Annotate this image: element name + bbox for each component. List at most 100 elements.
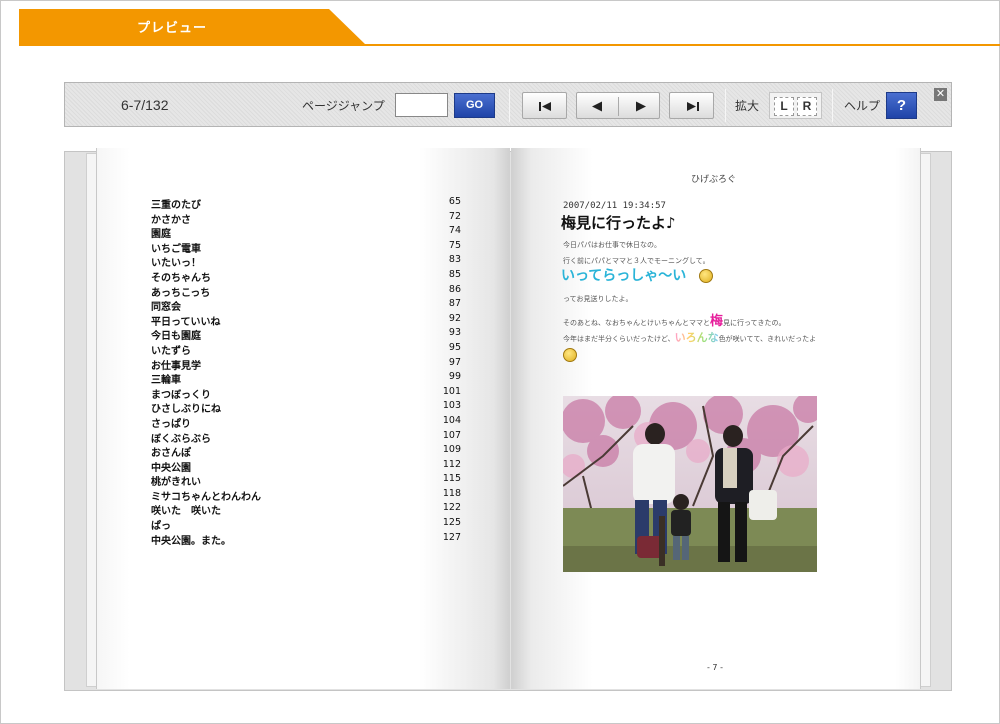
help-label: ヘルプ xyxy=(844,99,881,113)
toc-row[interactable]: いたいっ！ 83 xyxy=(151,254,461,269)
toc-title: ぼくぶらぶら xyxy=(151,433,211,445)
toc-page-number: 72 xyxy=(448,210,461,222)
header-tab: プレビュー xyxy=(19,9,367,46)
toc-row[interactable]: いたずら 95 xyxy=(151,342,461,357)
toc-row[interactable]: 平日っていいね 92 xyxy=(151,313,461,328)
toc-page-number: 85 xyxy=(448,268,461,280)
help-button[interactable]: ? xyxy=(886,92,917,119)
blog-name: ひげぶろぐ xyxy=(691,175,737,185)
toc-title: 今日も園庭 xyxy=(151,331,201,343)
toc-title: ひさしぶりにね xyxy=(151,404,221,416)
post-line-4b: 見に行ってきたの。 xyxy=(723,319,786,327)
header-divider xyxy=(19,44,1000,46)
toc-page-number: 75 xyxy=(448,239,461,251)
toc-title: さっぱり xyxy=(151,418,191,430)
toc-row[interactable]: 中央公園 112 xyxy=(151,459,461,474)
toc-row[interactable]: そのちゃんち 85 xyxy=(151,269,461,284)
post-line-4-highlight: 梅 xyxy=(710,314,724,329)
toc-row[interactable]: 今日も園庭 93 xyxy=(151,327,461,342)
right-page[interactable]: ひげぶろぐ 2007/02/11 19:34:57 梅見に行ったよ♪ 今日パパは… xyxy=(511,148,921,689)
toc-page-number: 65 xyxy=(448,196,461,207)
toc-page-number: 109 xyxy=(442,444,461,456)
zoom-right-button[interactable]: R xyxy=(797,97,817,116)
post-line-5a: 今年はまだ半分くらいだったけど、 xyxy=(563,335,675,343)
toc-row[interactable]: ぼくぶらぶら 107 xyxy=(151,430,461,445)
toc-page-number: 97 xyxy=(448,356,461,368)
post-line-3: ってお見送りしたよ。 xyxy=(563,295,633,303)
preview-window: プレビュー 6-7/132 ページジャンプ GO 拡大 L R ヘルプ ? ✕ … xyxy=(0,0,1000,724)
toc-title: お仕事見学 xyxy=(151,360,201,372)
toc-row[interactable]: 中央公園。また。 127 xyxy=(151,532,461,547)
toc-page-number: 92 xyxy=(448,312,461,324)
zoom-left-button[interactable]: L xyxy=(774,97,794,116)
last-page-button[interactable] xyxy=(669,92,714,119)
toc-title: そのちゃんち xyxy=(151,272,211,284)
post-photo xyxy=(563,396,817,572)
post-line-5b: 色が咲いてて、きれいだったよ xyxy=(718,335,817,343)
toolbar-separator xyxy=(832,89,833,122)
post-big-text: いってらっしゃ〜い xyxy=(561,268,687,284)
left-page[interactable]: 三重のたび 65 かさかさ 72 園庭 74 いちご電車 75 いたいっ！ 83 そのちゃんち 85 あ… xyxy=(96,148,510,689)
toc-row[interactable]: かさかさ 72 xyxy=(151,211,461,226)
prev-page-icon[interactable] xyxy=(577,93,619,120)
toc-page-number: 83 xyxy=(448,254,461,266)
smile-emoji-icon xyxy=(699,269,713,283)
smile-emoji-icon xyxy=(563,348,577,362)
toolbar-separator xyxy=(509,89,510,122)
toolbar: 6-7/132 ページジャンプ GO 拡大 L R ヘルプ ? xyxy=(64,82,952,127)
toc-title: 三重のたび xyxy=(151,200,201,211)
toc-page-number: 115 xyxy=(442,473,461,485)
toolbar-separator xyxy=(725,89,726,122)
toc-row[interactable]: あっちこっち 86 xyxy=(151,284,461,299)
toc-page-number: 93 xyxy=(448,327,461,339)
toc-title: おさんぽ xyxy=(151,448,191,460)
toc-page-number: 122 xyxy=(442,502,461,514)
post-line-1: 今日パパはお仕事で休日なの。 xyxy=(563,241,661,249)
page-number: - 7 - xyxy=(707,663,723,672)
page-counter: 6-7/132 xyxy=(121,97,169,113)
toc-row[interactable]: まつぼっくり 101 xyxy=(151,386,461,401)
page-jump-label: ページジャンプ xyxy=(302,99,385,113)
toc-page-number: 103 xyxy=(442,400,461,412)
toc-page-number: 127 xyxy=(442,531,461,543)
post-line-5: 今年はまだ半分くらいだったけど、いろんな色が咲いてて、きれいだったよ xyxy=(563,329,816,345)
toc-row[interactable]: 桃がきれい 115 xyxy=(151,473,461,488)
toc-row[interactable]: いちご電車 75 xyxy=(151,240,461,255)
toc-title: 桃がきれい xyxy=(151,477,201,489)
toc-row[interactable]: 三輪車 99 xyxy=(151,371,461,386)
next-page-icon[interactable] xyxy=(619,93,661,120)
zoom-label: 拡大 xyxy=(735,99,760,113)
toc-row[interactable]: お仕事見学 97 xyxy=(151,357,461,372)
toc-page-number: 125 xyxy=(442,517,461,529)
toc-page-number: 74 xyxy=(448,225,461,237)
post-line-4a: そのあとね、なおちゃんとけいちゃんとママと xyxy=(563,319,710,327)
toc-title: いちご電車 xyxy=(151,243,201,255)
toc-title: 咲いた 咲いた xyxy=(151,506,221,518)
toc-page-number: 101 xyxy=(442,385,461,397)
toc-title: いたいっ！ xyxy=(151,258,201,270)
toc-row[interactable]: おさんぽ 109 xyxy=(151,444,461,459)
toc-title: 園庭 xyxy=(151,229,171,241)
toc-row[interactable]: ぱっ 125 xyxy=(151,517,461,532)
prev-next-group xyxy=(576,92,660,119)
toc-row[interactable]: ひさしぶりにね 103 xyxy=(151,400,461,415)
first-page-button[interactable] xyxy=(522,92,567,119)
first-page-icon xyxy=(539,102,551,111)
toc-row[interactable]: 三重のたび 65 xyxy=(151,196,461,211)
toc-row[interactable]: 咲いた 咲いた 122 xyxy=(151,502,461,517)
toc-title: かさかさ xyxy=(151,214,191,226)
toc-row[interactable]: さっぱり 104 xyxy=(151,415,461,430)
post-line-4: そのあとね、なおちゃんとけいちゃんとママと梅見に行ってきたの。 xyxy=(563,310,785,329)
toc-row[interactable]: ミサコちゃんとわんわん 118 xyxy=(151,488,461,503)
post-date: 2007/02/11 19:34:57 xyxy=(563,201,666,211)
go-button[interactable]: GO xyxy=(454,93,495,118)
close-icon[interactable]: ✕ xyxy=(934,88,947,101)
toc-page-number: 87 xyxy=(448,298,461,310)
toc-row[interactable]: 園庭 74 xyxy=(151,225,461,240)
toc-title: 中央公園。また。 xyxy=(151,535,231,547)
toc-page-number: 118 xyxy=(442,487,461,499)
header-title: プレビュー xyxy=(137,21,208,36)
toc-row[interactable]: 同窓会 87 xyxy=(151,298,461,313)
page-jump-input[interactable] xyxy=(395,93,448,117)
toc-page-number: 99 xyxy=(448,371,461,383)
